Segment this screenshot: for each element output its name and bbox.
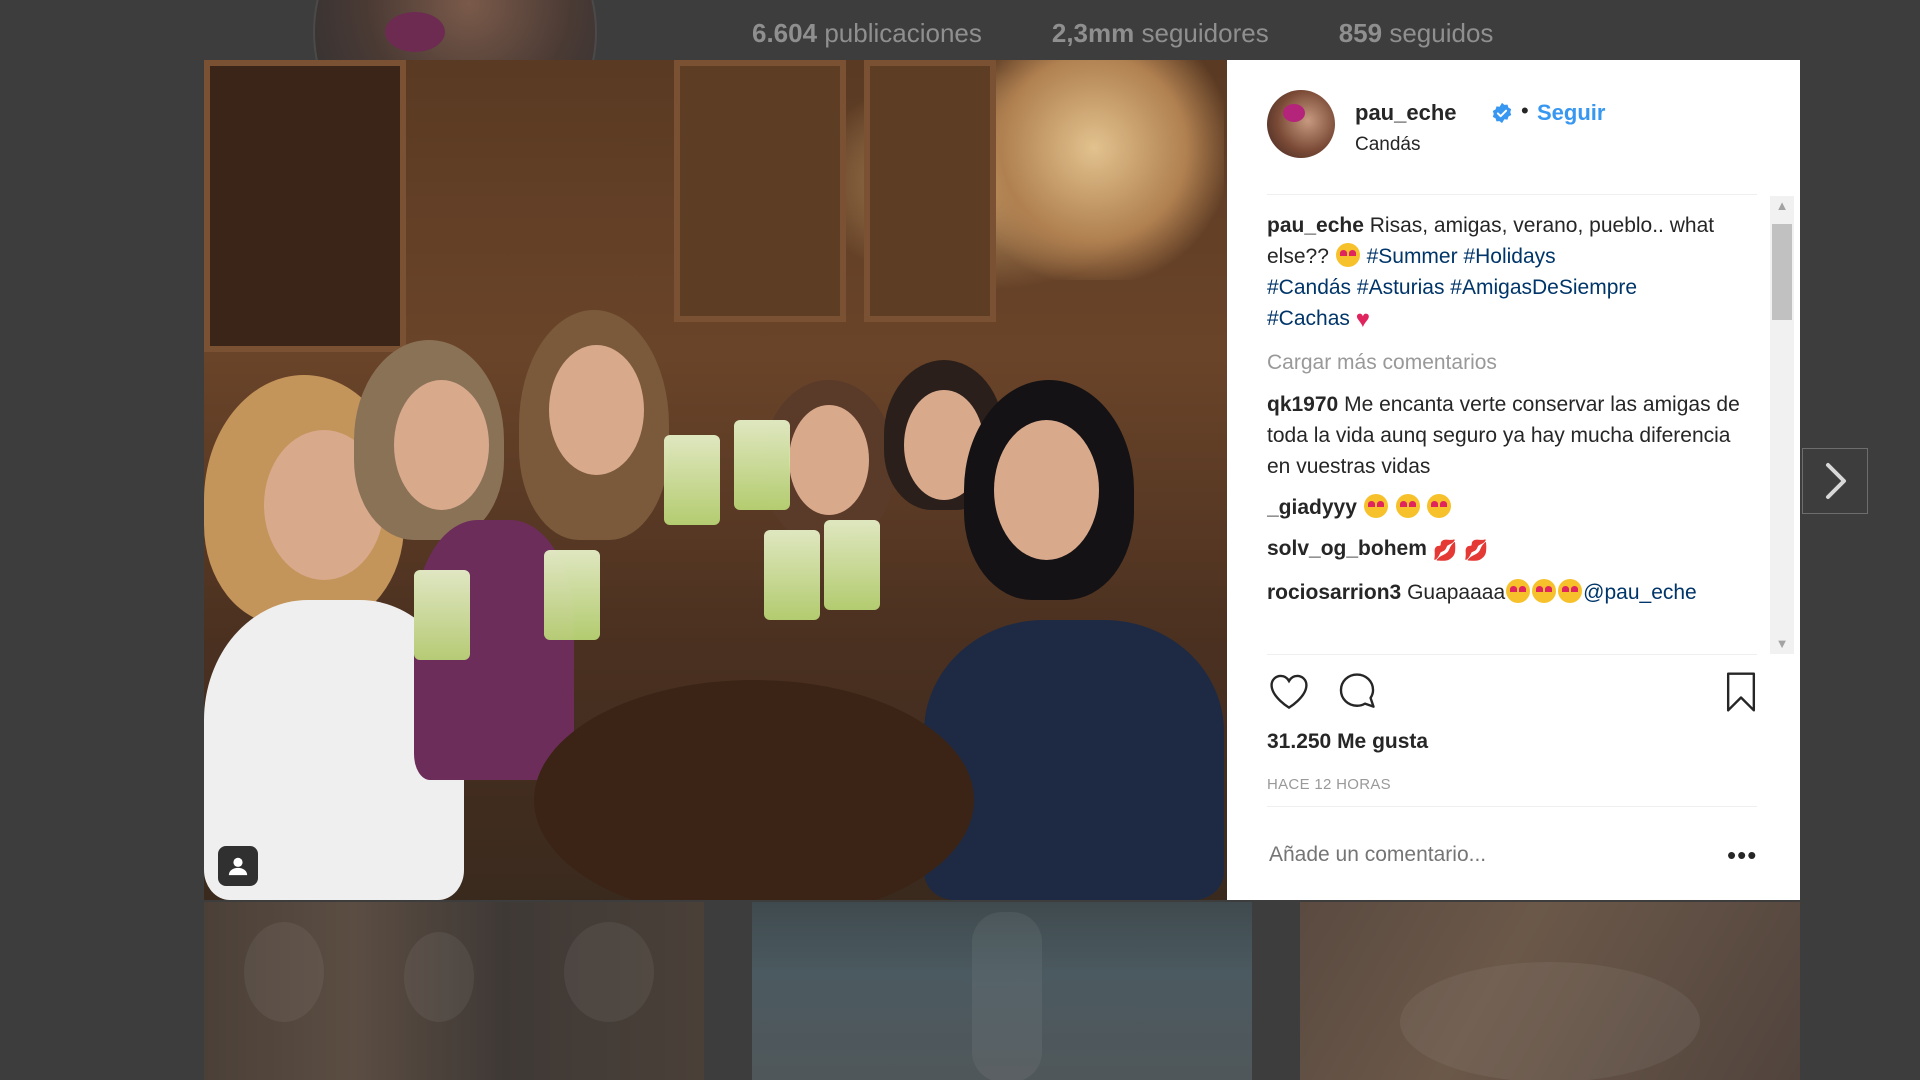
heart-eyes-emoji (1363, 494, 1388, 518)
post-actions (1267, 670, 1757, 718)
scrollbar-thumb[interactable] (1772, 224, 1792, 320)
stat-followers[interactable]: 2,3mm seguidores (1052, 18, 1269, 49)
post-header: pau_eche • Seguir Candás (1267, 90, 1757, 162)
load-more-comments[interactable]: Cargar más comentarios (1267, 351, 1759, 375)
comment-username[interactable]: _giadyyy (1267, 496, 1357, 519)
comment-item: _giadyyy (1267, 492, 1759, 523)
next-post-button[interactable] (1802, 448, 1868, 514)
comments-list[interactable]: pau_eche Risas, amigas, verano, pueblo..… (1267, 210, 1759, 650)
stat-following[interactable]: 859 seguidos (1339, 18, 1494, 49)
heart-eyes-emoji (1427, 494, 1452, 518)
profile-stats: 6.604 publicaciones 2,3mm seguidores 859… (752, 18, 1493, 49)
stat-posts[interactable]: 6.604 publicaciones (752, 18, 982, 49)
follow-button[interactable]: Seguir (1537, 100, 1605, 126)
post-photo[interactable] (204, 60, 1227, 900)
heart-outline-icon[interactable] (1267, 670, 1311, 714)
heart-eyes-emoji (1558, 579, 1583, 603)
hashtag-link[interactable]: #Cachas (1267, 307, 1350, 330)
hashtag-link[interactable]: #Holidays (1463, 245, 1555, 268)
scroll-down-icon[interactable]: ▼ (1770, 634, 1794, 654)
grid-thumbnail[interactable] (204, 902, 704, 1080)
comment-item: qk1970 Me encanta verte conservar las am… (1267, 389, 1759, 482)
chevron-right-icon (1826, 463, 1846, 499)
footer-divider (1267, 806, 1757, 807)
add-comment-input[interactable] (1267, 842, 1691, 868)
header-separator: • (1521, 98, 1529, 123)
red-heart-emoji: ♥ (1355, 306, 1370, 333)
grid-thumbnail[interactable] (1300, 902, 1800, 1080)
heart-eyes-emoji (1532, 579, 1557, 603)
likes-count[interactable]: 31.250 Me gusta (1267, 730, 1428, 754)
comment-item: rociosarrion3 Guapaaaa @pau_eche (1267, 577, 1759, 608)
comments-scrollbar[interactable]: ▲ ▼ (1770, 196, 1794, 654)
post-modal: pau_eche • Seguir Candás pau_eche Risas,… (204, 60, 1800, 900)
mention-link[interactable]: @pau_eche (1583, 581, 1697, 604)
tagged-users-button[interactable] (218, 846, 258, 886)
heart-eyes-emoji (1335, 243, 1360, 267)
comment-username[interactable]: rociosarrion3 (1267, 581, 1401, 604)
bookmark-icon[interactable] (1721, 670, 1761, 714)
speech-bubble-icon[interactable] (1335, 670, 1379, 714)
kiss-mark-emoji: 💋 (1463, 540, 1489, 562)
kiss-mark-emoji: 💋 (1432, 540, 1458, 562)
person-icon (228, 857, 248, 876)
caption-username[interactable]: pau_eche (1267, 214, 1364, 237)
grid-thumbnail[interactable] (752, 902, 1252, 1080)
scroll-up-icon[interactable]: ▲ (1770, 196, 1794, 216)
post-side-panel: pau_eche • Seguir Candás pau_eche Risas,… (1227, 60, 1800, 900)
hashtag-link[interactable]: #Summer (1367, 245, 1458, 268)
comment-text: Guapaaaa (1407, 581, 1506, 604)
header-divider (1267, 194, 1757, 195)
comment-text: Me encanta verte conservar las amigas de… (1267, 393, 1740, 478)
heart-eyes-emoji (1506, 579, 1531, 603)
hashtag-link[interactable]: #Candás (1267, 276, 1351, 299)
comment-username[interactable]: solv_og_bohem (1267, 537, 1427, 560)
author-avatar[interactable] (1267, 90, 1335, 158)
hashtag-link[interactable]: #Asturias (1357, 276, 1445, 299)
comment-username[interactable]: qk1970 (1267, 393, 1338, 416)
verified-badge-icon (1492, 102, 1512, 124)
author-username[interactable]: pau_eche (1355, 100, 1457, 126)
post-timestamp: HACE 12 HORAS (1267, 776, 1391, 793)
comment-item: solv_og_bohem 💋 💋 (1267, 533, 1759, 567)
caption: pau_eche Risas, amigas, verano, pueblo..… (1267, 210, 1759, 335)
hashtag-link[interactable]: #AmigasDeSiempre (1450, 276, 1637, 299)
more-options-icon[interactable]: ••• (1727, 840, 1757, 871)
post-location[interactable]: Candás (1355, 134, 1421, 156)
heart-eyes-emoji (1395, 494, 1420, 518)
comments-divider (1267, 654, 1757, 655)
